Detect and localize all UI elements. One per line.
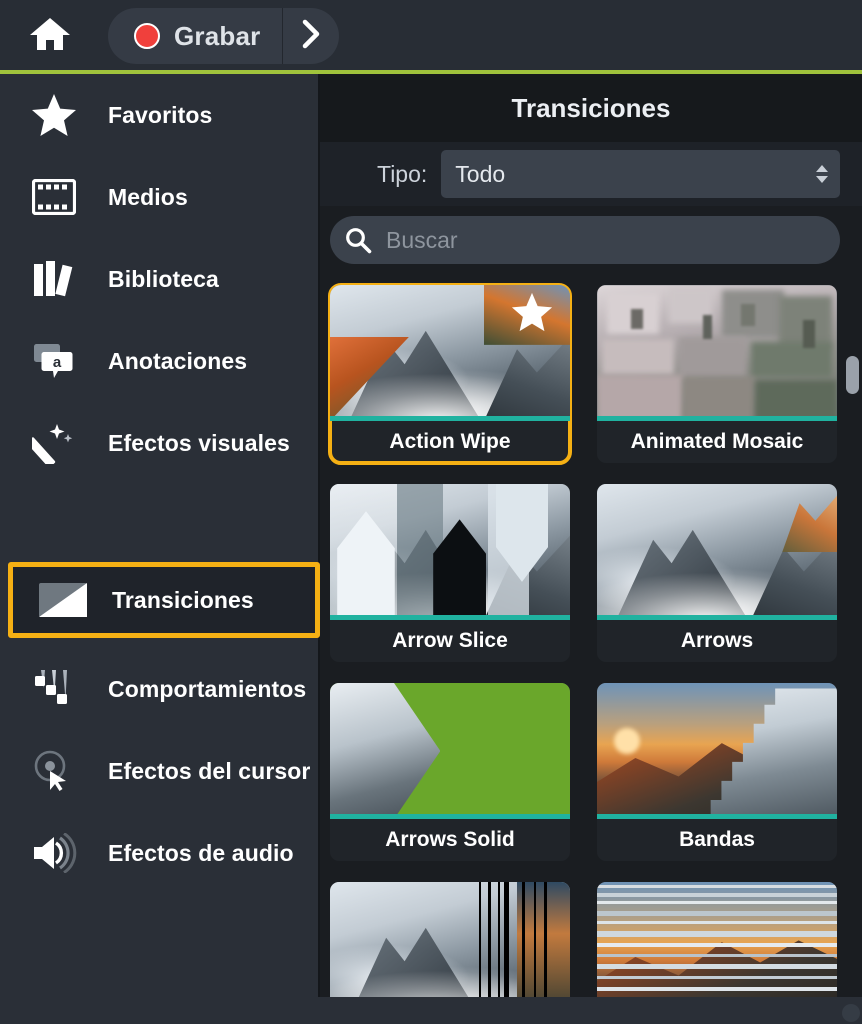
books-icon <box>0 260 108 298</box>
favorite-star-icon <box>510 291 554 338</box>
transition-card-arrow-slice[interactable]: Arrow Slice <box>330 484 570 662</box>
film-strip-icon <box>0 179 108 215</box>
record-button-group[interactable]: Grabar <box>108 8 340 64</box>
scrollbar-thumb[interactable] <box>846 356 859 394</box>
sidebar-item-label: Medios <box>108 183 188 210</box>
thumbnail-accent-bar <box>330 814 570 819</box>
sidebar: Favoritos Medios Biblioteca a Anotacione… <box>0 74 320 1024</box>
thumbnail-accent-bar <box>597 814 837 819</box>
sidebar-item-anotaciones[interactable]: a Anotaciones <box>0 320 320 402</box>
chevron-right-icon <box>300 19 322 54</box>
sidebar-item-efectos-del-cursor[interactable]: Efectos del cursor <box>0 730 320 812</box>
sidebar-item-favoritos[interactable]: Favoritos <box>0 74 320 156</box>
home-button[interactable] <box>24 12 76 60</box>
bottom-strip <box>0 997 862 1024</box>
camtasia-window: Grabar Favoritos Medios Biblioteca a Ano… <box>0 0 862 1024</box>
thumbnail-accent-bar <box>597 416 837 421</box>
record-options-button[interactable] <box>283 8 339 64</box>
thumbnail-accent-bar <box>330 615 570 620</box>
behaviors-icon <box>0 668 108 710</box>
transitions-panel: Transiciones Tipo: Todo Buscar Action Wi… <box>320 74 862 1024</box>
sidebar-item-label: Favoritos <box>108 101 213 128</box>
type-filter-row: Tipo: Todo <box>320 142 862 206</box>
transition-card-bandas[interactable]: Bandas <box>597 683 837 861</box>
sidebar-item-transiciones-spacer <box>0 484 320 566</box>
transition-name: Arrows Solid <box>385 828 515 851</box>
transition-card-arrows[interactable]: Arrows <box>597 484 837 662</box>
transition-name: Bandas <box>679 828 755 851</box>
sidebar-item-biblioteca[interactable]: Biblioteca <box>0 238 320 320</box>
type-select[interactable]: Todo <box>441 150 840 198</box>
search-row <box>320 206 862 274</box>
sidebar-item-label: Efectos de audio <box>108 839 294 866</box>
transitions-grid: Action Wipe Animated Mosaic Arrow Slice … <box>320 274 862 1024</box>
star-icon <box>0 92 108 138</box>
grid-scrollbar[interactable] <box>842 274 862 1024</box>
sidebar-item-label: Efectos visuales <box>108 429 290 456</box>
transitions-grid-container: Action Wipe Animated Mosaic Arrow Slice … <box>320 274 862 1024</box>
type-label: Tipo: <box>377 160 428 187</box>
sidebar-item-label: Transiciones <box>112 586 254 613</box>
sidebar-item-efectos-visuales[interactable]: Efectos visuales <box>0 402 320 484</box>
transition-card-animated-mosaic[interactable]: Animated Mosaic <box>597 285 837 463</box>
record-button[interactable]: Grabar <box>108 8 284 64</box>
home-icon <box>28 14 72 59</box>
thumbnail-accent-bar <box>597 615 837 620</box>
magic-wand-icon <box>0 422 108 464</box>
transition-thumbnail <box>330 683 570 819</box>
transition-thumbnail <box>597 285 837 421</box>
sidebar-item-comportamientos[interactable]: Comportamientos <box>0 648 320 730</box>
sidebar-item-label: Anotaciones <box>108 347 248 374</box>
stepper-updown-icon[interactable] <box>816 165 828 183</box>
sidebar-nav: Favoritos Medios Biblioteca a Anotacione… <box>0 74 320 894</box>
speaker-icon <box>0 833 108 873</box>
sidebar-item-transiciones[interactable]: Transiciones <box>8 562 320 638</box>
transition-card-arrows-solid[interactable]: Arrows Solid <box>330 683 570 861</box>
sidebar-item-label: Comportamientos <box>108 675 307 702</box>
page-title: Transiciones <box>511 92 671 123</box>
sidebar-item-label: Biblioteca <box>108 265 219 292</box>
transition-thumbnail <box>330 285 570 421</box>
sidebar-item-medios[interactable]: Medios <box>0 156 320 238</box>
resize-handle[interactable] <box>842 1004 860 1022</box>
transition-thumbnail <box>330 484 570 620</box>
transition-thumbnail <box>597 683 837 819</box>
svg-text:a: a <box>53 354 62 371</box>
transition-card-action-wipe[interactable]: Action Wipe <box>328 283 572 465</box>
callout-a-icon: a <box>0 342 108 380</box>
panel-header: Transiciones <box>320 74 862 142</box>
top-toolbar: Grabar <box>0 0 862 71</box>
sidebar-item-label: Efectos del cursor <box>108 757 311 784</box>
cursor-target-icon <box>0 749 108 793</box>
sidebar-item-efectos-de-audio[interactable]: Efectos de audio <box>0 812 320 894</box>
transition-thumbnail <box>597 484 837 620</box>
thumbnail-accent-bar <box>330 416 570 421</box>
transition-name: Arrows <box>680 629 754 652</box>
search-input[interactable] <box>386 226 840 254</box>
record-label: Grabar <box>174 20 261 51</box>
search-box[interactable] <box>330 216 840 264</box>
type-select-value: Todo <box>455 160 506 187</box>
transition-name: Animated Mosaic <box>630 430 804 453</box>
transition-name: Arrow Slice <box>392 629 508 652</box>
transition-icon <box>13 582 112 618</box>
search-icon <box>330 226 386 254</box>
record-dot-icon <box>134 23 160 49</box>
transition-name: Action Wipe <box>389 430 511 453</box>
